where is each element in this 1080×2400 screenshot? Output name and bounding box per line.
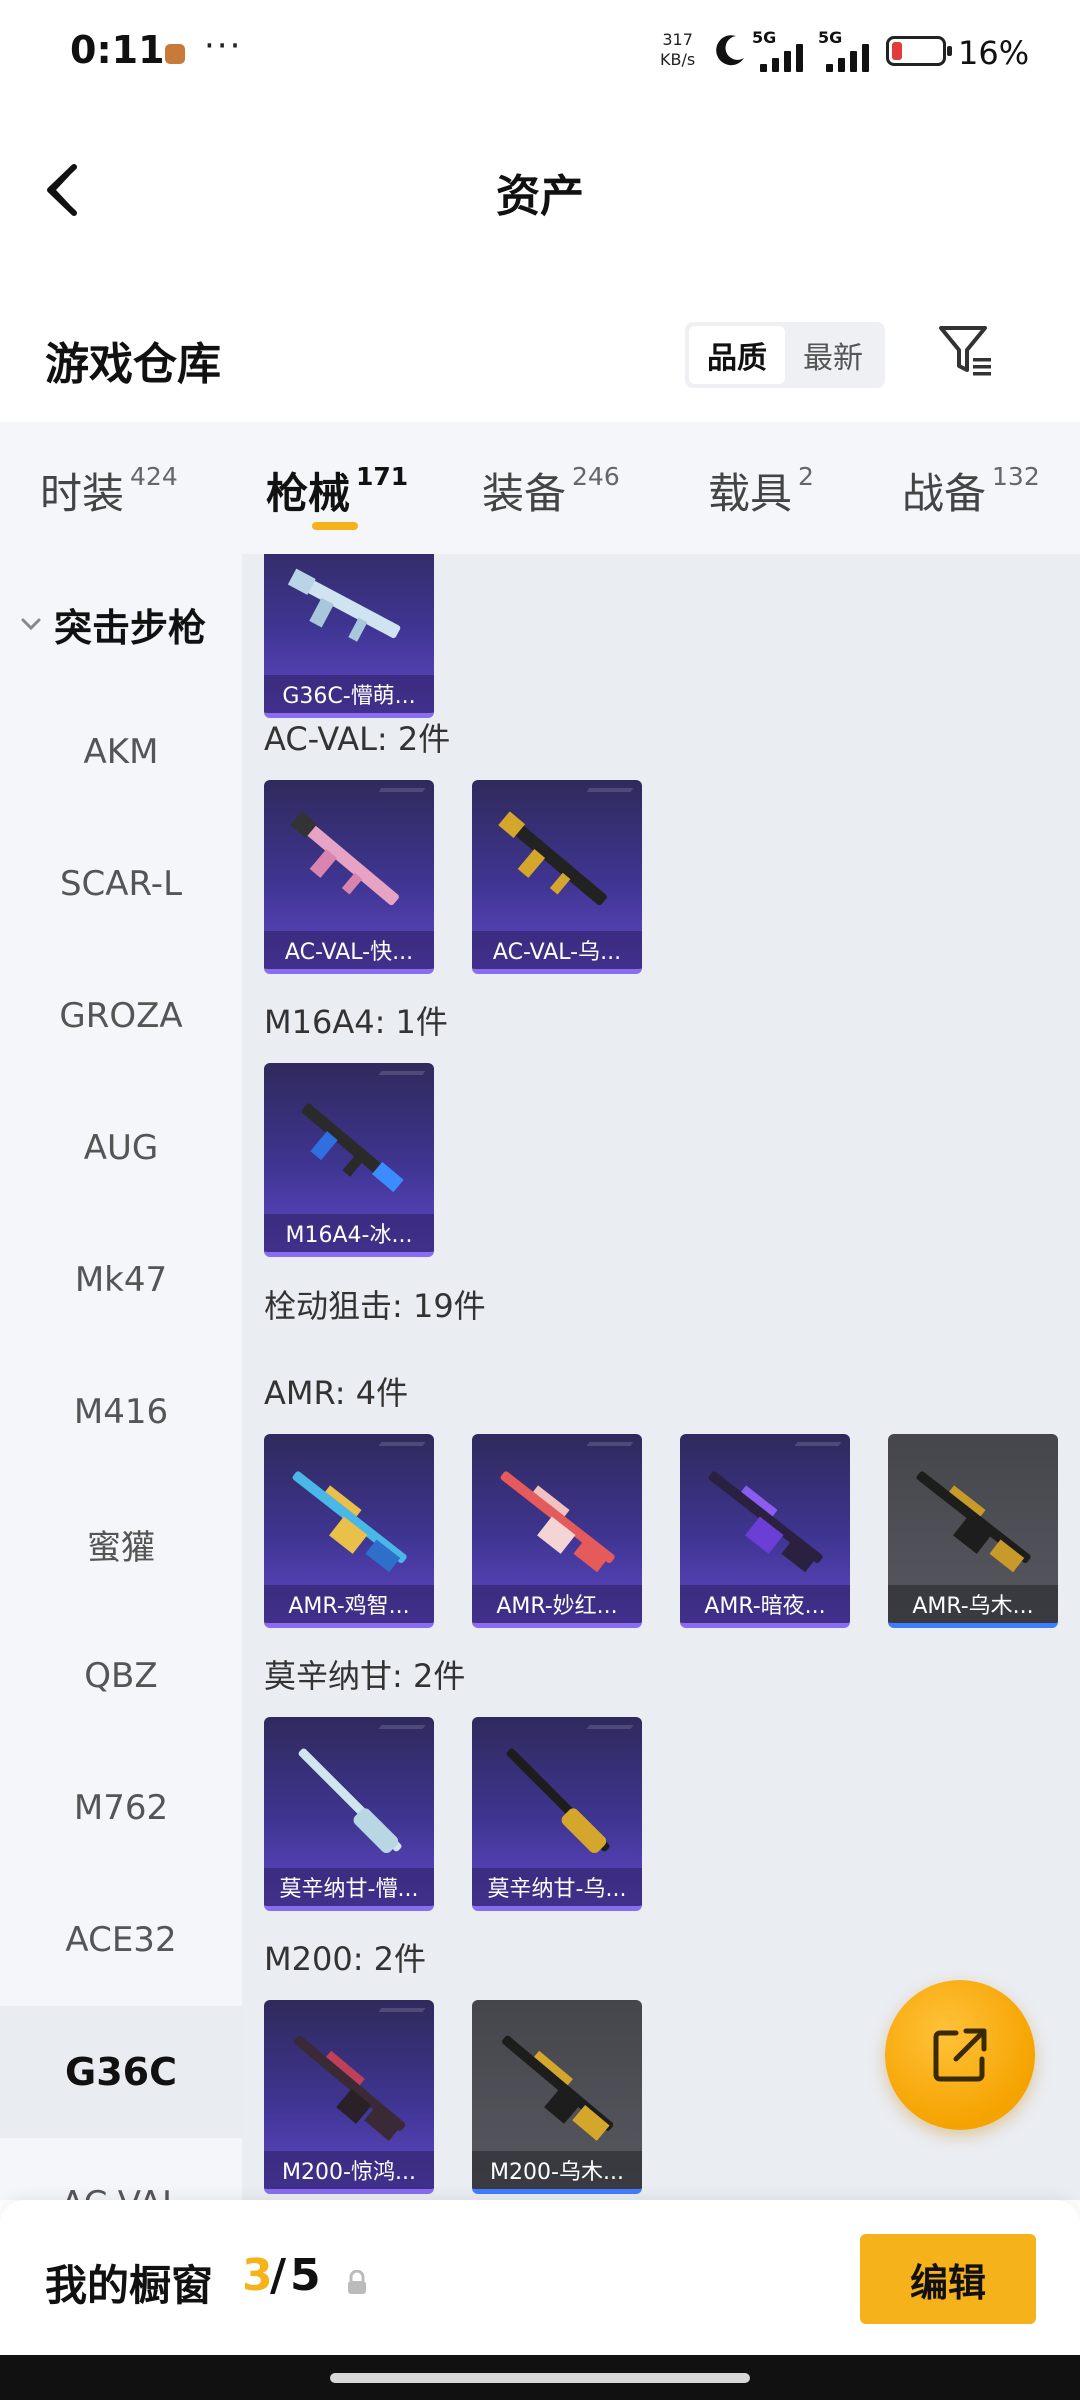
sidebar-item-groza[interactable]: GROZA: [0, 950, 242, 1082]
item-caption: AC-VAL-快...: [264, 931, 434, 969]
home-indicator[interactable]: [330, 2373, 750, 2383]
item-card[interactable]: AMR-暗夜...: [680, 1434, 850, 1628]
tab-firearms[interactable]: 枪械 171: [266, 460, 408, 521]
item-caption: AMR-暗夜...: [680, 1585, 850, 1623]
sort-quality-button[interactable]: 品质: [689, 326, 785, 384]
battery-fill: [892, 42, 902, 60]
sidebar-item-ac-val[interactable]: AC-VAL: [0, 2138, 242, 2200]
sniper-icon: [298, 1748, 402, 1853]
item-caption: M200-乌木...: [472, 2151, 642, 2189]
tab-vehicles[interactable]: 载具 2: [708, 460, 814, 521]
item-caption: AC-VAL-乌...: [472, 931, 642, 969]
category-tabs: 时装 424 枪械 171 装备 246 载具 2 战备 132: [0, 422, 1080, 554]
item-card[interactable]: 莫辛纳甘-懵...: [264, 1717, 434, 1911]
page-title: 资产: [496, 171, 584, 222]
net-speed-unit: KB/s: [660, 50, 696, 69]
sniper-icon: [916, 1471, 1031, 1573]
tab-supplies[interactable]: 战备 132: [902, 460, 1040, 521]
item-card[interactable]: 莫辛纳甘-乌...: [472, 1717, 642, 1911]
group-title: AMR: 4件: [264, 1374, 409, 1412]
battery-icon: [886, 36, 952, 66]
showcase-label: 我的橱窗: [45, 2261, 214, 2310]
status-bar: 0:11 ··· 317 KB/s 5G 5G 16%: [0, 0, 1080, 110]
sidebar-item-mk47[interactable]: Mk47: [0, 1214, 242, 1346]
group-title: M16A4: 1件: [264, 1003, 448, 1041]
sidebar-group-assault-rifles[interactable]: 突击步枪: [0, 594, 242, 654]
group-title: 栓动狙击: 19件: [264, 1287, 486, 1325]
warehouse-title: 游戏仓库: [45, 339, 221, 390]
share-icon: [933, 2028, 987, 2082]
chevron-down-icon: [21, 618, 41, 631]
item-caption: M16A4-冰...: [264, 1214, 434, 1252]
group-title: M200: 2件: [264, 1940, 427, 1978]
edit-button[interactable]: 编辑: [860, 2234, 1036, 2324]
more-notifications-icon: ···: [204, 26, 243, 66]
rifle-icon: [290, 811, 399, 906]
warehouse-bar: 游戏仓库 品质 最新: [0, 270, 1080, 422]
rifle-icon: [287, 568, 401, 642]
sniper-icon: [292, 1471, 407, 1573]
item-card[interactable]: AC-VAL-乌...: [472, 780, 642, 974]
sniper-icon: [506, 1748, 610, 1853]
item-caption: M200-惊鸿...: [264, 2151, 434, 2189]
item-card[interactable]: AMR-鸡智...: [264, 1434, 434, 1628]
sidebar: 突击步枪 AKM SCAR-L GROZA AUG Mk47 M416 蜜獾 Q…: [0, 554, 242, 2200]
item-caption: 莫辛纳甘-懵...: [264, 1868, 434, 1906]
sidebar-item-ace32[interactable]: ACE32: [0, 1874, 242, 2006]
sniper-icon: [294, 2035, 406, 2141]
filter-icon[interactable]: [935, 320, 995, 380]
item-card[interactable]: G36C-懵萌...: [264, 554, 434, 718]
group-title: AC-VAL: 2件: [264, 720, 451, 758]
rifle-icon: [301, 1103, 404, 1193]
battery-percent: 16%: [958, 34, 1030, 72]
showcase-total: 5: [290, 2250, 321, 2301]
item-caption: 莫辛纳甘-乌...: [472, 1868, 642, 1906]
rifle-icon: [498, 811, 607, 906]
item-card[interactable]: AC-VAL-快...: [264, 780, 434, 974]
item-grid: G36C-懵萌... AC-VAL: 2件 AC-VAL-快... AC-VAL…: [242, 554, 1080, 2200]
sidebar-item-m762[interactable]: M762: [0, 1742, 242, 1874]
item-caption: AMR-鸡智...: [264, 1585, 434, 1623]
showcase-current: 3: [242, 2250, 273, 2301]
sort-newest-button[interactable]: 最新: [785, 326, 881, 384]
sort-toggle: 品质 最新: [685, 322, 885, 388]
showcase-bar: 我的橱窗 3 / 5 编辑: [0, 2200, 1080, 2355]
sidebar-item-akm[interactable]: AKM: [0, 686, 242, 818]
lock-icon: [348, 2270, 366, 2294]
item-card[interactable]: AMR-乌木...: [888, 1434, 1058, 1628]
system-nav-bar: [0, 2355, 1080, 2400]
tab-fashion[interactable]: 时装 424: [40, 460, 178, 521]
sniper-icon: [708, 1471, 823, 1573]
group-title: 莫辛纳甘: 2件: [264, 1657, 466, 1695]
sidebar-group-label: 突击步枪: [54, 605, 207, 650]
showcase-separator: /: [270, 2250, 287, 2301]
sidebar-item-g36c[interactable]: G36C: [0, 2006, 242, 2138]
item-card[interactable]: M16A4-冰...: [264, 1063, 434, 1257]
sniper-icon: [502, 2035, 614, 2141]
item-caption: AMR-妙红...: [472, 1585, 642, 1623]
net-speed-value: 317: [662, 30, 693, 49]
moon-icon: [716, 35, 744, 66]
signal-1-icon: 5G: [752, 28, 814, 72]
sidebar-item-aug[interactable]: AUG: [0, 1082, 242, 1214]
active-tab-indicator: [312, 522, 358, 530]
share-button[interactable]: [885, 1980, 1035, 2130]
sidebar-item-qbz[interactable]: QBZ: [0, 1610, 242, 1742]
sniper-icon: [500, 1471, 615, 1573]
net-speed: 317 KB/s: [660, 30, 695, 70]
item-card[interactable]: M200-乌木...: [472, 2000, 642, 2194]
tab-equipment[interactable]: 装备 246: [482, 460, 620, 521]
app-notification-icon: [165, 44, 185, 64]
sidebar-item-scar-l[interactable]: SCAR-L: [0, 818, 242, 950]
item-card[interactable]: AMR-妙红...: [472, 1434, 642, 1628]
item-card[interactable]: M200-惊鸿...: [264, 2000, 434, 2194]
signal-2-icon: 5G: [818, 28, 880, 72]
item-caption: G36C-懵萌...: [264, 675, 434, 713]
sidebar-item-m416[interactable]: M416: [0, 1346, 242, 1478]
item-caption: AMR-乌木...: [888, 1585, 1058, 1623]
status-time: 0:11: [70, 28, 165, 72]
sidebar-item-honey-badger[interactable]: 蜜獾: [0, 1478, 242, 1610]
header: 资产: [0, 110, 1080, 270]
